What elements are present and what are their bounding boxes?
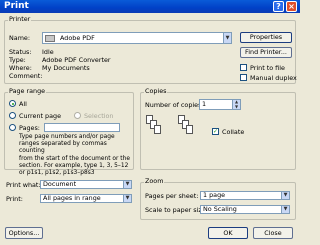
print-to-file-checkbox[interactable] [240,64,247,71]
chevron-down-icon: ▼ [223,33,231,43]
where-label: Where: [9,64,32,72]
print-what-value: Document [43,180,77,188]
chevron-down-icon: ▼ [281,206,289,213]
hint-line: or p1s1, p1s2, p1s3–p8s3 [19,170,95,177]
status-label: Status: [9,48,32,56]
zoom-legend: Zoom [144,177,165,185]
all-pages-label[interactable]: All [19,100,27,108]
where-value: My Documents [42,64,90,72]
copies-legend: Copies [144,87,168,95]
type-value: Adobe PDF Converter [42,56,111,64]
printer-group-legend: Printer [8,15,32,23]
page-icon [186,125,193,134]
status-value: Idle [42,48,54,56]
pages-per-sheet-label: Pages per sheet: [145,192,199,200]
current-page-label[interactable]: Current page [19,112,61,120]
collate-checkbox[interactable]: ✓ [212,128,219,135]
print-what-label: Print what: [6,181,41,189]
printer-name-value: Adobe PDF [60,34,95,42]
title-bar: Print [0,0,300,13]
hint-line: section. For example, type 1, 3, 5–12 [19,162,129,169]
find-printer-button[interactable]: Find Printer... [240,47,292,58]
type-label: Type: [9,56,26,64]
page-icon [154,125,161,134]
print-to-file-label[interactable]: Print to file [250,64,285,72]
selection-radio[interactable] [74,112,81,119]
print-select[interactable]: All pages in range ▼ [40,194,132,203]
print-value: All pages in range [43,194,101,202]
close-icon[interactable]: × [286,1,297,12]
pages-per-sheet-value: 1 page [203,191,226,199]
number-of-copies-value: 1 [202,100,207,108]
pages-radio[interactable] [9,124,16,131]
pages-per-sheet-select[interactable]: 1 page ▼ [200,191,290,200]
hint-line: ranges separated by commas counting [19,141,107,155]
properties-button[interactable]: Properties [240,32,292,43]
current-page-radio[interactable] [9,112,16,119]
window-title: Print [4,1,29,11]
scale-value: No Scaling [203,205,237,213]
chevron-down-icon: ▼ [281,192,289,199]
pages-label[interactable]: Pages: [19,124,40,132]
name-label: Name: [9,34,31,42]
page-range-hint: Type page numbers and/or page ranges sep… [19,134,133,177]
scale-select[interactable]: No Scaling ▼ [200,205,290,214]
comment-label: Comment: [9,72,43,80]
manual-duplex-label[interactable]: Manual duplex [250,74,297,82]
selection-label[interactable]: Selection [84,112,113,120]
print-label: Print: [6,195,23,203]
scale-label: Scale to paper size: [145,206,208,214]
spinner-icon[interactable]: ▲ ▼ [232,100,240,109]
page-range-legend: Page range [8,87,47,95]
close-button[interactable]: Close [253,227,293,239]
collate-illustration [146,115,206,155]
number-of-copies-input[interactable]: 1 ▲ ▼ [199,99,241,110]
print-what-select[interactable]: Document ▼ [40,180,132,189]
pages-input[interactable] [44,123,120,132]
chevron-down-icon: ▼ [123,181,131,188]
ok-button[interactable]: OK [208,227,248,239]
printer-icon [45,34,55,42]
hint-line: from the start of the document or the [19,155,130,162]
hint-line: Type page numbers and/or page [19,134,115,140]
all-pages-radio[interactable] [9,100,16,107]
chevron-down-icon: ▼ [123,195,131,202]
help-icon[interactable]: ? [273,1,284,12]
number-of-copies-label: Number of copies: [145,101,204,109]
zoom-group [140,182,296,220]
manual-duplex-checkbox[interactable] [240,74,247,81]
options-button[interactable]: Options... [5,227,43,239]
printer-name-select[interactable]: Adobe PDF ▼ [42,32,232,44]
collate-label[interactable]: Collate [222,128,244,136]
